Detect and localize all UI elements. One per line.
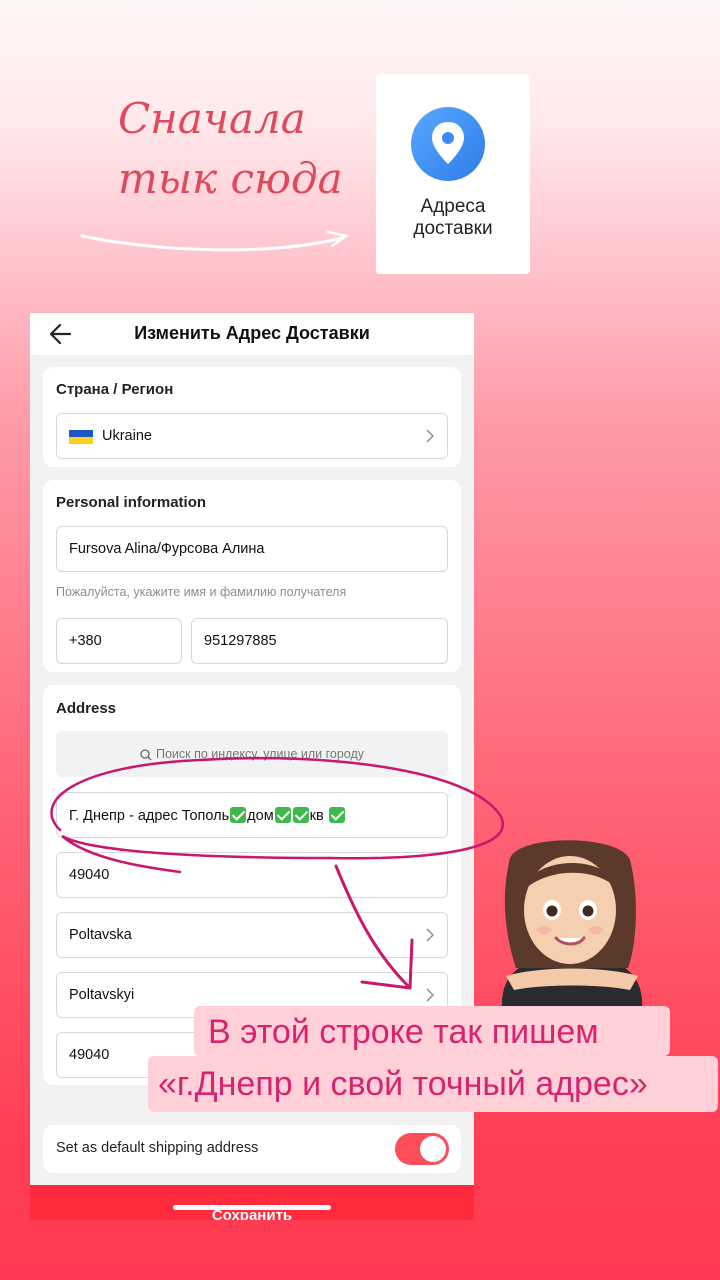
caption-line-1: В этой строке так пишем (208, 1013, 599, 1051)
memoji-avatar (501, 840, 643, 1008)
caption-line-2: «г.Днепр и свой точный адрес» (158, 1065, 648, 1103)
